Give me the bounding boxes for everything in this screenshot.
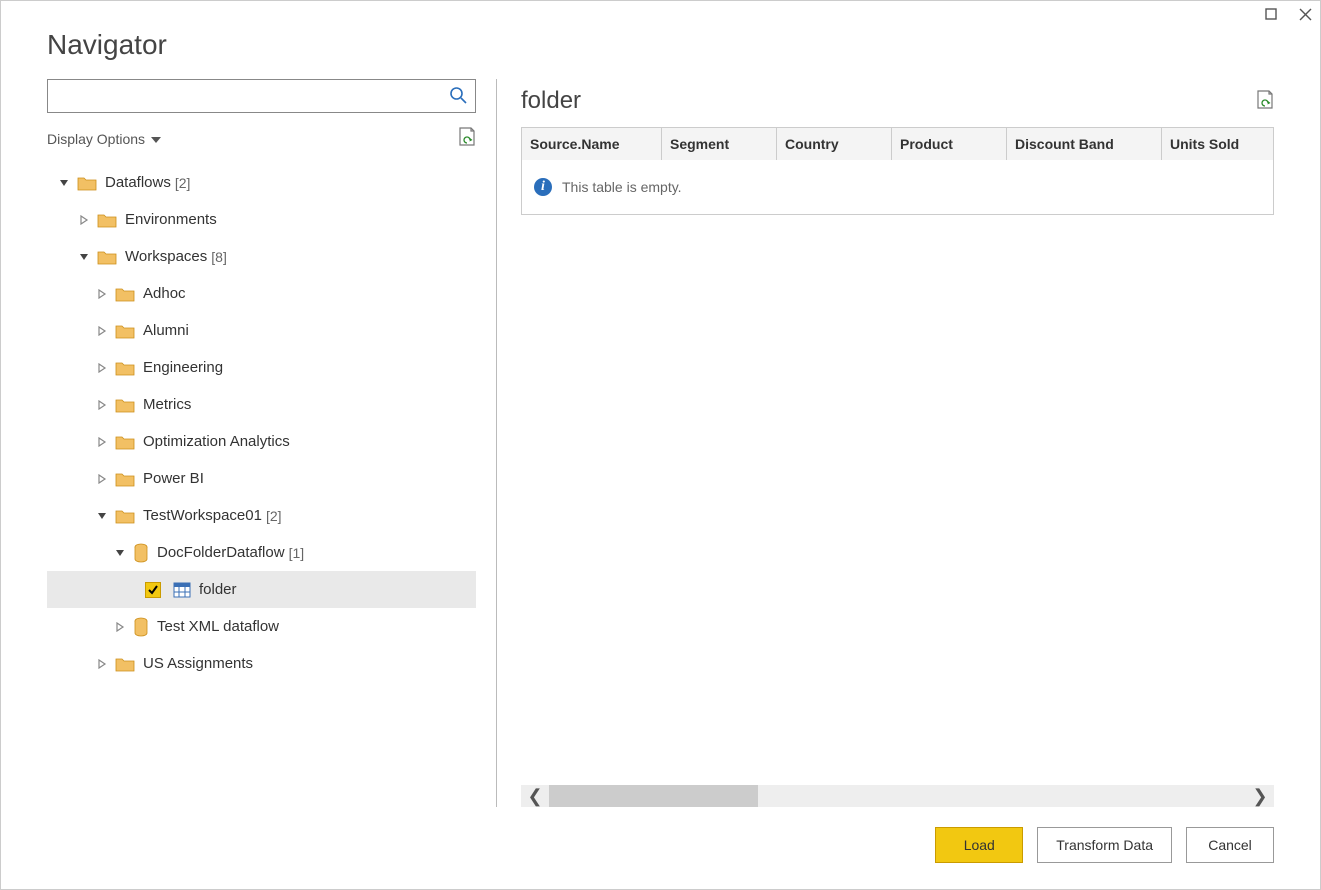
- chevron-down-icon[interactable]: [113, 548, 127, 558]
- tree-node-alumni[interactable]: Alumni: [47, 312, 476, 349]
- column-header[interactable]: Product: [892, 128, 1007, 160]
- preview-pane: folder Source.Name Segment Country Produ…: [497, 79, 1274, 807]
- scrollbar-thumb[interactable]: [549, 785, 758, 807]
- folder-icon: [115, 434, 135, 450]
- tree-node-folder[interactable]: . folder: [47, 571, 476, 608]
- tree-node-count: [1]: [289, 545, 305, 561]
- dataflow-icon: [133, 617, 149, 637]
- chevron-down-icon[interactable]: [57, 178, 71, 188]
- chevron-down-icon: [151, 131, 161, 147]
- scrollbar-track[interactable]: [549, 785, 1246, 807]
- search-icon[interactable]: [449, 86, 467, 107]
- folder-icon: [115, 323, 135, 339]
- tree-node-label: Alumni: [143, 322, 189, 339]
- window-close-icon[interactable]: [1298, 7, 1312, 21]
- tree-node-environments[interactable]: Environments: [47, 201, 476, 238]
- chevron-right-icon[interactable]: [95, 659, 109, 669]
- tree-node-test-xml-dataflow[interactable]: Test XML dataflow: [47, 608, 476, 645]
- chevron-right-icon[interactable]: [95, 289, 109, 299]
- folder-icon: [97, 249, 117, 265]
- dataflow-icon: [133, 543, 149, 563]
- column-header[interactable]: Segment: [662, 128, 777, 160]
- column-header[interactable]: Units Sold: [1162, 128, 1273, 160]
- tree-node-label: Optimization Analytics: [143, 433, 290, 450]
- preview-refresh-icon[interactable]: [1256, 90, 1274, 113]
- display-options-label: Display Options: [47, 131, 145, 147]
- folder-icon: [115, 471, 135, 487]
- tree-node-label: TestWorkspace01: [143, 507, 262, 524]
- tree-node-workspaces[interactable]: Workspaces [8]: [47, 238, 476, 275]
- tree-node-docfolderdataflow[interactable]: DocFolderDataflow [1]: [47, 534, 476, 571]
- folder-icon: [77, 175, 97, 191]
- tree-node-power-bi[interactable]: Power BI: [47, 460, 476, 497]
- tree-node-engineering[interactable]: Engineering: [47, 349, 476, 386]
- chevron-right-icon[interactable]: [95, 474, 109, 484]
- chevron-down-icon[interactable]: [77, 252, 91, 262]
- grid-header-row: Source.Name Segment Country Product Disc…: [522, 128, 1273, 160]
- column-header[interactable]: Country: [777, 128, 892, 160]
- empty-table-message: This table is empty.: [562, 179, 682, 195]
- tree-node-label: Power BI: [143, 470, 204, 487]
- horizontal-scrollbar[interactable]: ❮ ❯: [521, 785, 1274, 807]
- chevron-right-icon[interactable]: [95, 437, 109, 447]
- tree-node-us-assignments[interactable]: US Assignments: [47, 645, 476, 682]
- tree-node-label: Dataflows: [105, 174, 171, 191]
- folder-icon: [115, 508, 135, 524]
- folder-icon: [115, 360, 135, 376]
- search-box[interactable]: [47, 79, 476, 113]
- search-input[interactable]: [56, 87, 449, 105]
- folder-icon: [115, 286, 135, 302]
- folder-icon: [97, 212, 117, 228]
- button-label: Transform Data: [1056, 837, 1153, 853]
- tree-node-optimization-analytics[interactable]: Optimization Analytics: [47, 423, 476, 460]
- tree-checkbox[interactable]: [145, 582, 161, 598]
- tree-node-label: DocFolderDataflow: [157, 544, 285, 561]
- tree-node-label: folder: [199, 581, 237, 598]
- tree-node-label: Workspaces: [125, 248, 207, 265]
- button-label: Load: [964, 837, 995, 853]
- display-options-dropdown[interactable]: Display Options: [47, 131, 161, 147]
- chevron-right-icon[interactable]: [77, 215, 91, 225]
- tree-node-testworkspace01[interactable]: TestWorkspace01 [2]: [47, 497, 476, 534]
- tree-node-label: Engineering: [143, 359, 223, 376]
- column-header[interactable]: Discount Band: [1007, 128, 1162, 160]
- page-title: Navigator: [47, 29, 1274, 61]
- tree-node-metrics[interactable]: Metrics: [47, 386, 476, 423]
- info-icon: i: [534, 178, 552, 196]
- column-header[interactable]: Source.Name: [522, 128, 662, 160]
- tree-node-dataflows[interactable]: Dataflows [2]: [47, 164, 476, 201]
- tree-node-label: Metrics: [143, 396, 191, 413]
- tree-node-label: Environments: [125, 211, 217, 228]
- table-icon: [173, 582, 191, 598]
- button-label: Cancel: [1208, 837, 1252, 853]
- tree-node-count: [8]: [211, 249, 227, 265]
- tree-node-label: US Assignments: [143, 655, 253, 672]
- folder-icon: [115, 397, 135, 413]
- scroll-right-icon[interactable]: ❯: [1246, 786, 1274, 807]
- navigator-left-pane: Display Options: [47, 79, 497, 807]
- chevron-down-icon[interactable]: [95, 511, 109, 521]
- load-button[interactable]: Load: [935, 827, 1023, 863]
- tree-node-label: Test XML dataflow: [157, 618, 279, 635]
- chevron-right-icon[interactable]: [95, 363, 109, 373]
- tree-node-count: [2]: [175, 175, 191, 191]
- preview-title: folder: [521, 87, 581, 115]
- scroll-left-icon[interactable]: ❮: [521, 786, 549, 807]
- chevron-right-icon[interactable]: [95, 326, 109, 336]
- tree-node-label: Adhoc: [143, 285, 186, 302]
- preview-grid: Source.Name Segment Country Product Disc…: [521, 127, 1274, 215]
- tree-node-adhoc[interactable]: Adhoc: [47, 275, 476, 312]
- chevron-right-icon[interactable]: [95, 400, 109, 410]
- chevron-right-icon[interactable]: [113, 622, 127, 632]
- tree-node-count: [2]: [266, 508, 282, 524]
- window-maximize-icon[interactable]: [1264, 7, 1278, 21]
- page-refresh-icon[interactable]: [458, 127, 476, 150]
- transform-data-button[interactable]: Transform Data: [1037, 827, 1172, 863]
- navigator-tree: Dataflows [2] Environments Workspaces [8…: [47, 164, 476, 797]
- folder-icon: [115, 656, 135, 672]
- cancel-button[interactable]: Cancel: [1186, 827, 1274, 863]
